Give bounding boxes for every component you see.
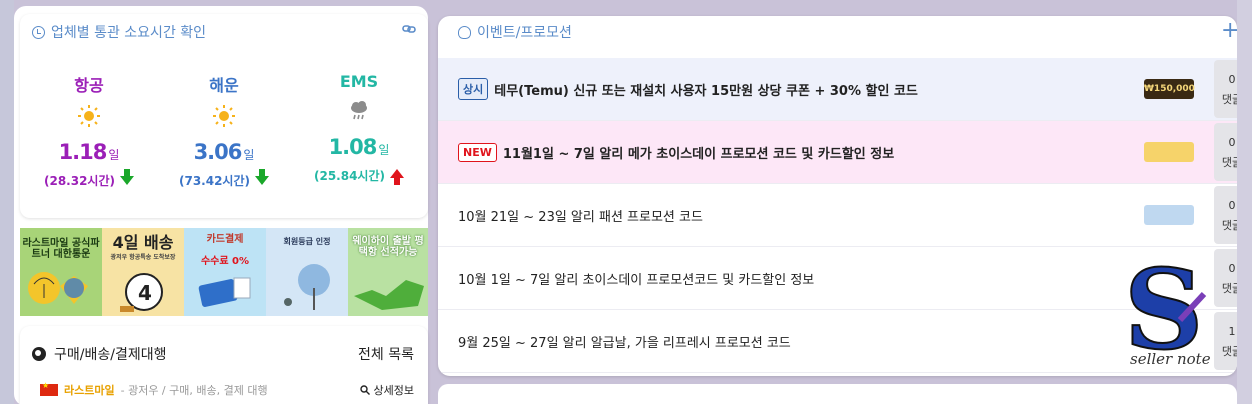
event-title[interactable]: NEW 11월1일 ~ 7일 알리 메가 초이스데이 프로모션 코드 및 카드할…: [458, 142, 895, 162]
seller-note-logo: S seller note: [1123, 250, 1211, 370]
buy-title[interactable]: 구매/배송/결제대행: [32, 344, 166, 364]
page-right-margin: [1237, 0, 1252, 404]
banner-membership[interactable]: 회원등급 인정: [266, 228, 348, 316]
vendor-row[interactable]: 라스트마일 - 광저우 / 구매, 배송, 결제 대행: [40, 381, 268, 398]
event-title-text: 10월 1일 ~ 7일 알리 초이스데이 프로모션코드 및 카드할인 정보: [458, 272, 815, 288]
credit-card-icon: [198, 277, 251, 307]
badge-new: NEW: [458, 142, 497, 162]
banner-text: 회원등급 인정: [283, 237, 331, 246]
rain-cloud-icon: [294, 99, 424, 127]
clock-icon: [32, 25, 45, 39]
customs-days: 1.18 일: [58, 140, 120, 164]
customs-days: 1.08 일: [328, 135, 390, 159]
events-panel: 이벤트/프로모션 + 상시 테무(Temu) 신규 또는 재설치 사용자 15만…: [438, 16, 1237, 376]
banner-4day-delivery[interactable]: 4일 배송 광저우 항공특송 도착보장 4: [102, 228, 184, 316]
event-title[interactable]: 10월 1일 ~ 7일 알리 초이스데이 프로모션코드 및 카드할인 정보: [458, 269, 814, 288]
comment-count: 0댓글: [1214, 249, 1237, 307]
svg-text:4: 4: [138, 281, 152, 305]
events-title-text: 이벤트/프로모션: [477, 25, 572, 41]
event-title[interactable]: 상시 테무(Temu) 신규 또는 재설치 사용자 15만원 상당 쿠폰 + 3…: [458, 78, 918, 100]
sun-icon: [159, 104, 289, 132]
banner-subtext: 광저우 항공특송 도착보장: [110, 254, 176, 261]
sun-icon: [24, 104, 154, 132]
lightbulb-icon: [458, 25, 471, 39]
customs-hours: (28.32시간): [24, 169, 154, 189]
banner-subtext: 수수료 0%: [200, 256, 250, 267]
customs-days: 3.06 일: [193, 140, 255, 164]
alarm-clock-icon: 4: [120, 273, 163, 312]
event-title-text: 11월1일 ~ 7일 알리 메가 초이스데이 프로모션 코드 및 카드할인 정보: [502, 146, 895, 162]
events-more-button[interactable]: +: [1221, 18, 1237, 43]
events-list: 상시 테무(Temu) 신규 또는 재설치 사용자 15만원 상당 쿠폰 + 3…: [438, 58, 1237, 373]
event-row[interactable]: 10월 21일 ~ 23일 알리 패션 프로모션 코드 0댓글: [438, 184, 1237, 247]
search-icon: [359, 385, 370, 395]
customs-name: 해운: [209, 76, 239, 95]
event-row[interactable]: 10월 1일 ~ 7일 알리 초이스데이 프로모션코드 및 카드할인 정보 0댓…: [438, 247, 1237, 310]
trend-down-icon: [255, 169, 269, 185]
comment-count: 0댓글: [1214, 123, 1237, 181]
buy-title-text: 구매/배송/결제대행: [54, 347, 167, 363]
svg-text:seller note: seller note: [1130, 350, 1211, 368]
event-row[interactable]: NEW 11월1일 ~ 7일 알리 메가 초이스데이 프로모션 코드 및 카드할…: [438, 121, 1237, 184]
event-title[interactable]: 10월 21일 ~ 23일 알리 패션 프로모션 코드: [458, 206, 703, 225]
banner-weihai[interactable]: 웨이하이 출발 평택항 선적가능: [348, 228, 428, 316]
view-all-link[interactable]: 전체 목록: [358, 344, 414, 364]
event-title-text: 테무(Temu) 신규 또는 재설치 사용자 15만원 상당 쿠폰 + 30% …: [494, 83, 918, 99]
comment-count: 0댓글: [1214, 186, 1237, 244]
event-row[interactable]: 상시 테무(Temu) 신규 또는 재설치 사용자 15만원 상당 쿠폰 + 3…: [438, 58, 1237, 121]
buy-shipping-card: 구매/배송/결제대행 전체 목록 라스트마일 - 광저우 / 구매, 배송, 결…: [20, 326, 428, 404]
banner-lastmile[interactable]: 라스트마일 공식파트너 대한통운: [20, 228, 102, 316]
china-flag-icon: [40, 381, 58, 396]
event-title-text: 10월 21일 ~ 23일 알리 패션 프로모션 코드: [458, 209, 703, 225]
customs-time-card: 업체별 통관 소요시간 확인 항공 1.18 일 (28.32시간) 해운 3.0…: [20, 14, 428, 218]
customs-name: 항공: [74, 76, 104, 95]
vendor-name: 라스트마일: [64, 384, 115, 397]
event-thumbnail[interactable]: [1144, 142, 1194, 162]
event-row[interactable]: 9월 25일 ~ 27일 알리 알급날, 가을 리프레시 프로모션 코드 1댓글: [438, 310, 1237, 373]
banner-strip: 라스트마일 공식파트너 대한통운 4일 배송 광저우 항공특송 도착보장 4 카…: [20, 228, 428, 316]
event-title[interactable]: 9월 25일 ~ 27일 알리 알급날, 가을 리프레시 프로모션 코드: [458, 332, 791, 351]
banner-text: 라스트마일 공식파트너 대한통운: [22, 238, 100, 260]
customs-col-air: 항공 1.18 일 (28.32시간): [24, 72, 154, 189]
detail-link[interactable]: 상세정보: [359, 382, 414, 398]
trend-up-icon: [390, 169, 404, 185]
trend-down-icon: [120, 169, 134, 185]
customs-title-text: 업체별 통관 소요시간 확인: [51, 25, 207, 41]
detail-text: 상세정보: [373, 384, 414, 397]
comment-count: 0댓글: [1214, 60, 1237, 118]
parachute-icon: [28, 272, 88, 304]
next-card-edge: [438, 384, 1237, 404]
customs-col-sea: 해운 3.06 일 (73.42시간): [159, 72, 289, 189]
globe-icon: [32, 347, 46, 361]
link-icon[interactable]: [402, 24, 416, 34]
event-thumbnail[interactable]: [1144, 205, 1194, 225]
customs-name: EMS: [339, 72, 379, 91]
customs-hours: (25.84시간): [294, 167, 424, 185]
banner-card-payment[interactable]: 카드결제 수수료 0%: [184, 228, 266, 316]
customs-card-title[interactable]: 업체별 통관 소요시간 확인: [32, 22, 206, 42]
map-icon: [354, 280, 424, 310]
banner-text: 4일 배송: [112, 233, 174, 252]
vendor-desc: - 광저우 / 구매, 배송, 결제 대행: [120, 384, 268, 397]
customs-hours: (73.42시간): [159, 169, 289, 189]
banner-text: 카드결제: [206, 234, 244, 245]
events-title[interactable]: 이벤트/프로모션: [458, 22, 572, 42]
comment-count: 1댓글: [1214, 312, 1237, 370]
page-left-margin: [0, 0, 14, 404]
event-thumbnail[interactable]: ₩150,000: [1144, 79, 1195, 99]
customs-col-ems: EMS 1.08 일 (25.84시간): [294, 72, 424, 185]
tree-icon: [284, 264, 330, 310]
banner-text: 웨이하이 출발 평택항 선적가능: [352, 236, 424, 258]
badge-always: 상시: [458, 78, 489, 100]
event-title-text: 9월 25일 ~ 27일 알리 알급날, 가을 리프레시 프로모션 코드: [458, 335, 791, 351]
